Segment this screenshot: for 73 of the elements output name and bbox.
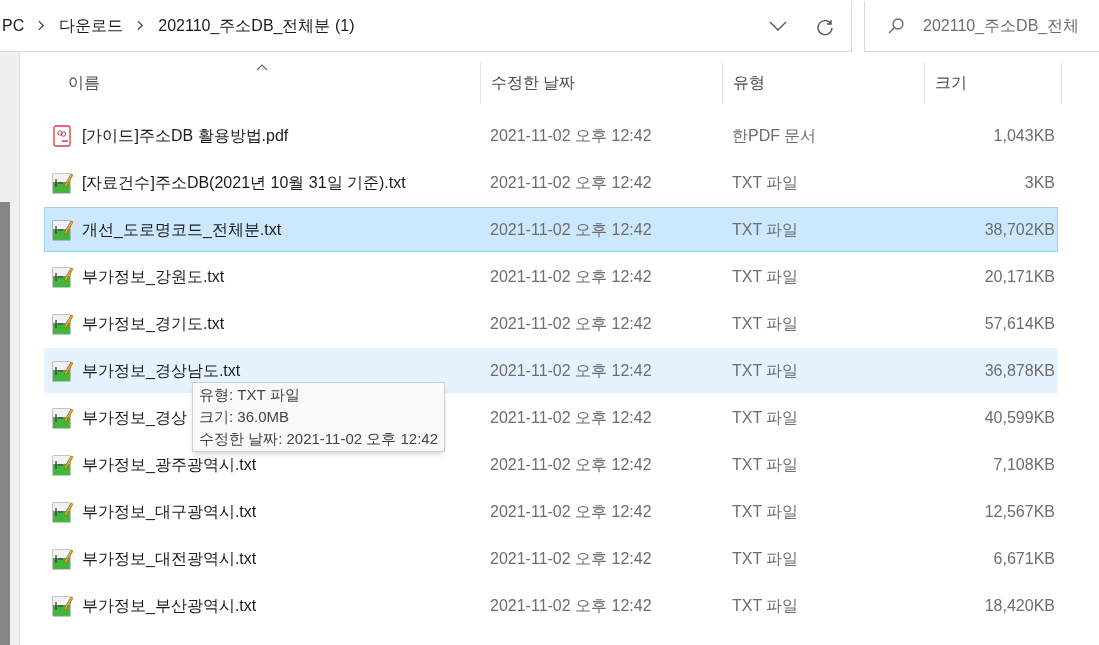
file-type: 한PDF 문서: [731, 125, 818, 146]
date-modified: 2021-11-02 오후 12:42: [489, 313, 653, 334]
file-name: [자료건수]주소DB(2021년 10월 31일 기준).txt: [82, 172, 406, 193]
file-size: 12,567KB: [983, 501, 1055, 522]
file-name: 부가정보_광주광역시.txt: [82, 454, 257, 475]
notepad-document-icon: [51, 312, 73, 335]
file-size: 57,614KB: [983, 313, 1055, 334]
breadcrumb-item[interactable]: 다운로드: [59, 13, 124, 38]
search-field[interactable]: 202110_주소DB_전체: [864, 0, 1099, 52]
dropdown-chevron-icon[interactable]: [769, 20, 787, 31]
file-size: 6,671KB: [992, 548, 1055, 569]
date-modified: 2021-11-02 오후 12:42: [489, 219, 653, 240]
column-header[interactable]: 수정한 날짜: [481, 62, 723, 104]
file-size: 38,702KB: [983, 219, 1055, 240]
search-icon: [887, 16, 905, 35]
file-name: [가이드]주소DB 활용방법.pdf: [82, 125, 289, 146]
file-type: TXT 파일: [731, 501, 800, 522]
file-name: 부가정보_경기도.txt: [82, 313, 225, 334]
file-name: 개선_도로명코드_전체분.txt: [82, 219, 282, 240]
tooltip-line: 크기: 36.0MB: [199, 407, 291, 427]
file-size: 18,420KB: [983, 595, 1055, 616]
file-name: 부가정보_대구광역시.txt: [82, 501, 257, 522]
file-type: TXT 파일: [731, 219, 800, 240]
file-name: 부가정보_부산광역시.txt: [82, 595, 257, 616]
file-name: 부가정보_강원도.txt: [82, 266, 225, 287]
notepad-document-icon: [51, 218, 73, 241]
file-size: 1,043KB: [992, 125, 1055, 146]
date-modified: 2021-11-02 오후 12:42: [489, 266, 653, 287]
date-modified: 2021-11-02 오후 12:42: [489, 501, 653, 522]
chevron-icon: [137, 20, 145, 31]
address-bar[interactable]: PC 다운로드 202110_주소DB_전체분 (1): [0, 0, 852, 52]
notepad-document-icon: [51, 406, 73, 429]
file-type: TXT 파일: [731, 266, 800, 287]
date-modified: 2021-11-02 오후 12:42: [489, 172, 653, 193]
file-name: 부가정보_대전광역시.txt: [82, 548, 257, 569]
date-modified: 2021-11-02 오후 12:42: [489, 595, 653, 616]
file-size: 7,108KB: [992, 454, 1055, 475]
breadcrumb-item[interactable]: PC: [2, 13, 25, 38]
scrollbar-thumb[interactable]: [0, 202, 10, 645]
chevron-icon: [38, 20, 46, 31]
file-type: TXT 파일: [731, 172, 800, 193]
date-modified: 2021-11-02 오후 12:42: [489, 125, 653, 146]
file-size: 40,599KB: [983, 407, 1055, 428]
column-header[interactable]: 크기: [925, 62, 1062, 104]
selected-row[interactable]: 개선_도로명코드_전체분.txt 2021-11-02 오후 12:42 TXT 파일 38,702KB: [44, 207, 1058, 252]
file-size: 36,878KB: [983, 360, 1055, 381]
file-size: 3KB: [1023, 172, 1055, 193]
column-header[interactable]: 유형: [723, 62, 925, 104]
file-type: TXT 파일: [731, 454, 800, 475]
notepad-document-icon: [51, 171, 73, 194]
search-placeholder: 202110_주소DB_전체: [923, 15, 1080, 36]
pdf-document-icon: [51, 124, 73, 147]
date-modified: 2021-11-02 오후 12:42: [489, 548, 653, 569]
notepad-document-icon: [51, 265, 73, 288]
column-header[interactable]: 이름: [44, 62, 481, 104]
breadcrumb-item[interactable]: 202110_주소DB_전체분 (1): [158, 13, 355, 38]
date-modified: 2021-11-02 오후 12:42: [489, 360, 653, 381]
file-type: TXT 파일: [731, 313, 800, 334]
file-type: TXT 파일: [731, 407, 800, 428]
file-type: TXT 파일: [731, 360, 800, 381]
notepad-document-icon: [51, 453, 73, 476]
file-type: TXT 파일: [731, 595, 800, 616]
file-name: 부가정보_경상남도.txt: [82, 360, 241, 381]
notepad-document-icon: [51, 594, 73, 617]
date-modified: 2021-11-02 오후 12:42: [489, 407, 653, 428]
file-size: 20,171KB: [983, 266, 1055, 287]
date-modified: 2021-11-02 오후 12:42: [489, 454, 653, 475]
tooltip-line: 수정한 날짜: 2021-11-02 오후 12:42: [199, 429, 438, 449]
notepad-document-icon: [51, 500, 73, 523]
notepad-document-icon: [51, 359, 73, 382]
file-name: 부가정보_경상: [82, 407, 187, 428]
file-type: TXT 파일: [731, 548, 800, 569]
notepad-document-icon: [51, 547, 73, 570]
